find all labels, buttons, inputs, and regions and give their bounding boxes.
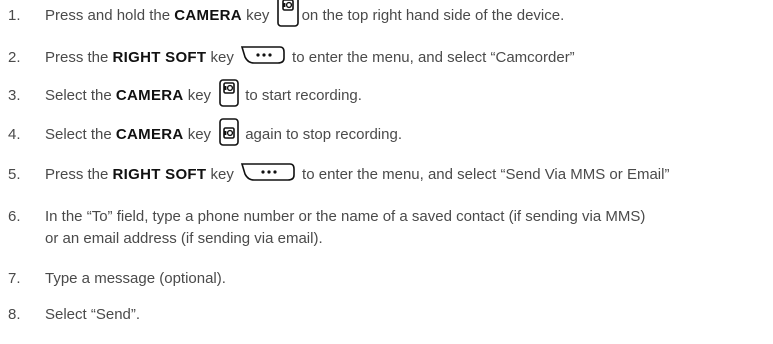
step-text-before: Select the: [45, 87, 116, 104]
step-text-middle: key: [241, 7, 274, 24]
right-soft-key-label: RIGHT SOFT: [112, 49, 207, 66]
step-text-before: Press the: [45, 166, 113, 183]
step-text: In the “To” field, type a phone number o…: [45, 206, 645, 250]
step-number: 7.: [8, 270, 21, 287]
camera-key-icon: [276, 0, 299, 27]
step-text: Type a message (optional).: [45, 270, 226, 287]
step-number: 2.: [8, 49, 21, 66]
step-text-middle: key: [206, 49, 239, 66]
step-text-before: Press and hold the: [45, 7, 175, 24]
step-text: Select “Send”.: [45, 306, 141, 323]
step-text-line-1: In the “To” field, type a phone number o…: [45, 208, 646, 225]
step-text-before: Press the: [45, 49, 113, 66]
step-number: 8.: [8, 306, 21, 323]
camera-key-icon: [219, 79, 240, 107]
step-number: 6.: [8, 208, 21, 225]
step-number: 1.: [8, 7, 21, 24]
right-soft-key-label: RIGHT SOFT: [112, 166, 207, 183]
step-text-middle: key: [183, 126, 216, 143]
camera-key-label: CAMERA: [115, 87, 184, 104]
step-text-after: again to stop recording.: [245, 126, 402, 143]
camera-key-label: CAMERA: [115, 126, 184, 143]
step-text-after: on the top right hand side of the device…: [301, 7, 565, 24]
step-text: Press and hold the CAMERA key on the top…: [45, 0, 565, 27]
step-6: 6. In the “To” field, type a phone numbe…: [0, 206, 773, 250]
step-text-after: to enter the menu, and select “Camcorder…: [292, 49, 575, 66]
camera-key-icon: [219, 118, 240, 146]
step-text-after: to enter the menu, and select “Send Via …: [302, 166, 670, 183]
right-soft-key-icon: [240, 45, 286, 65]
step-number: 4.: [8, 126, 21, 143]
step-text-middle: key: [206, 166, 239, 183]
step-number: 3.: [8, 87, 21, 104]
step-text-before: Select the: [45, 126, 116, 143]
instruction-list: 1. Press and hold the CAMERA key on the …: [0, 0, 773, 344]
step-number: 5.: [8, 166, 21, 183]
step-text-after: to start recording.: [245, 87, 362, 104]
camera-key-label: CAMERA: [174, 7, 242, 24]
right-soft-key-icon: [240, 162, 296, 182]
step-text: Press the RIGHT SOFT key to enter the me…: [45, 162, 670, 186]
step-text: Press the RIGHT SOFT key to enter the me…: [45, 45, 575, 69]
step-text-middle: key: [183, 87, 216, 104]
step-text: Select the CAMERA key to start recording…: [45, 79, 362, 107]
step-text: Select the CAMERA key again to stop reco…: [45, 118, 402, 146]
step-text-line-2: or an email address (if sending via emai…: [45, 230, 323, 247]
